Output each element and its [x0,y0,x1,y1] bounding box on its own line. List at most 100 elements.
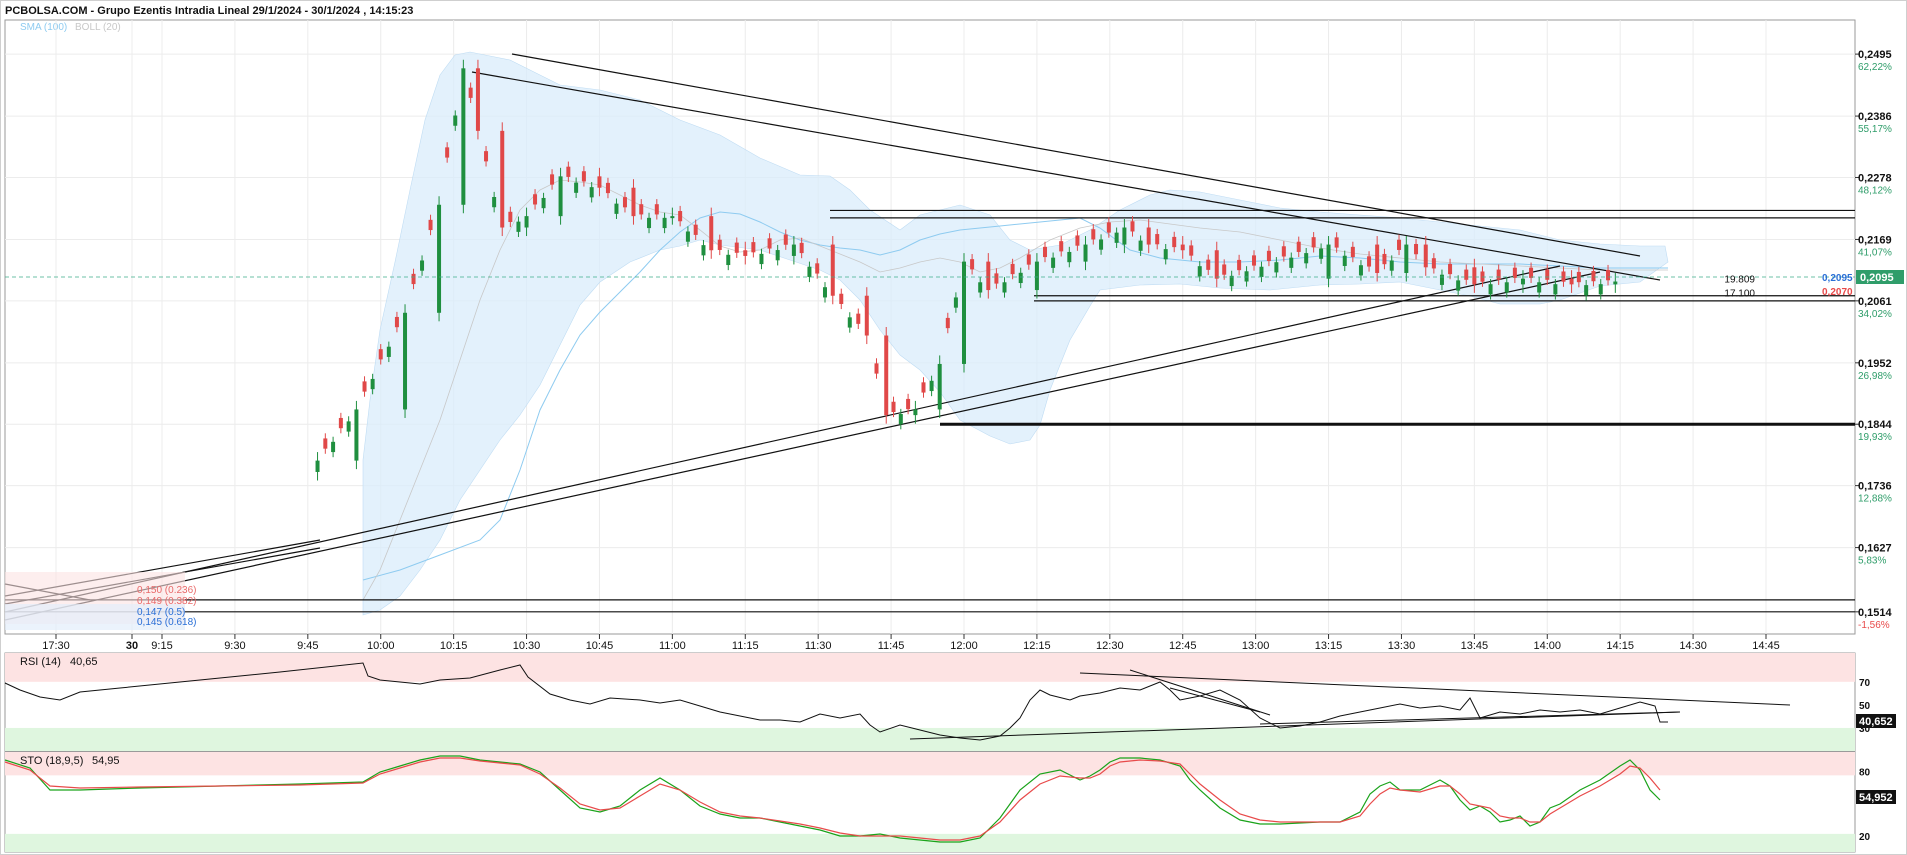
percent-tick-label: -1,56% [1858,620,1890,631]
candle-body [1206,259,1211,270]
candle-body [1326,244,1331,279]
candle-body [1464,269,1469,280]
time-tick-label: 11:30 [805,640,832,652]
candle-body [678,211,683,222]
candle-body [751,242,756,253]
stochastic-label: STO (18,9,5) [20,755,83,767]
volume-mark: 17.100 [1724,289,1755,300]
candle-body [1529,267,1534,278]
candle-body [1375,244,1380,273]
time-tick-label: 12:15 [1023,640,1051,652]
fibonacci-label: 0,145 (0.618) [137,617,197,628]
candle-body [1172,236,1177,248]
fibonacci-labels: 0,150 (0.236) 0,149 (0.382) 0,147 (0.5) … [5,572,197,630]
candle-body [970,259,975,270]
candle-body [581,171,586,182]
candle-body [1584,285,1589,296]
stochastic-value: 54,95 [92,755,120,767]
candle-body [874,363,879,374]
chart-canvas[interactable]: PCBOLSA.COM - Grupo Ezentis Intradia Lin… [0,0,1907,855]
candle-body [1281,246,1286,257]
candle-body [386,346,391,357]
candle-body [323,438,328,449]
candle-body [1561,271,1566,282]
candle-body [331,441,336,453]
candle-body [1520,278,1525,285]
last-price-value: 0,2095 [1860,272,1894,284]
percent-tick-label: 55,17% [1858,124,1892,135]
candle-body [685,231,690,242]
candle-body [1350,246,1355,258]
candle-body [929,380,934,392]
candle-body [1114,232,1119,243]
candle-body [1404,244,1409,273]
time-tick-label: 12:45 [1169,640,1197,652]
rsi-level-label: 70 [1859,678,1871,689]
candle-body [1296,241,1301,252]
stochastic-level-label: 20 [1859,832,1871,843]
candle-body [759,253,764,265]
time-tick-label: 12:30 [1096,640,1124,652]
candle-body [1244,271,1249,282]
candle-body [1059,241,1064,252]
candle-body [662,217,667,229]
candle-body [1091,229,1096,240]
time-tick-label: 13:30 [1388,640,1416,652]
time-tick-label: 10:15 [440,640,468,652]
candle-body [1537,282,1542,293]
candle-body [670,216,675,219]
candle-body [775,250,780,261]
time-tick-label: 14:15 [1606,640,1634,652]
candle-body [1043,246,1048,258]
price-tick-label: 0,1627 [1858,543,1892,555]
candle-body [1259,266,1264,277]
candle-body [807,266,812,277]
time-tick-label: 9:15 [151,640,172,652]
candle-body [647,217,652,229]
price-tick-label: 0,1952 [1858,358,1892,370]
candle-body [420,260,425,271]
candle-body [1002,282,1007,293]
candle-body [362,381,367,392]
candle-body [921,382,926,393]
stochastic-last-value: 54,952 [1859,792,1893,804]
candle-body [1289,257,1294,268]
candle-body [1367,256,1372,267]
candle-body [1545,269,1550,280]
candle-body [913,409,918,416]
candle-body [1138,240,1143,251]
stochastic-level-label: 80 [1859,767,1871,778]
candle-body [701,245,706,256]
candle-body [558,176,563,217]
candle-body [1389,260,1394,271]
candle-body [847,317,852,328]
candle-body [346,421,351,432]
candle-body [1010,263,1015,275]
candle-body [1448,263,1453,275]
candle-body [1274,262,1279,273]
candle-body [1222,264,1227,275]
candle-body [1569,278,1574,285]
time-tick-label: 30 [126,640,138,652]
candle-body [953,297,958,308]
price-tick-label: 0,1514 [1858,607,1893,619]
candle-body [654,204,659,215]
candle-body [453,115,458,126]
candle-body [445,147,450,158]
candle-body [1083,244,1088,262]
candle-body [1334,237,1339,248]
time-tick-label: 14:30 [1679,640,1707,652]
candle-body [743,250,748,256]
percent-tick-label: 48,12% [1858,185,1892,196]
candle-body [1382,253,1387,265]
candle-body [1155,234,1160,245]
candle-body [378,349,383,360]
candle-body [1512,267,1517,278]
time-tick-label: 13:45 [1461,640,1489,652]
candle-body [1214,250,1219,279]
percent-tick-label: 62,22% [1858,62,1892,73]
candle-body [461,68,466,205]
candle-body [1075,235,1080,246]
candle-body [1613,281,1618,285]
candle-body [468,87,473,98]
